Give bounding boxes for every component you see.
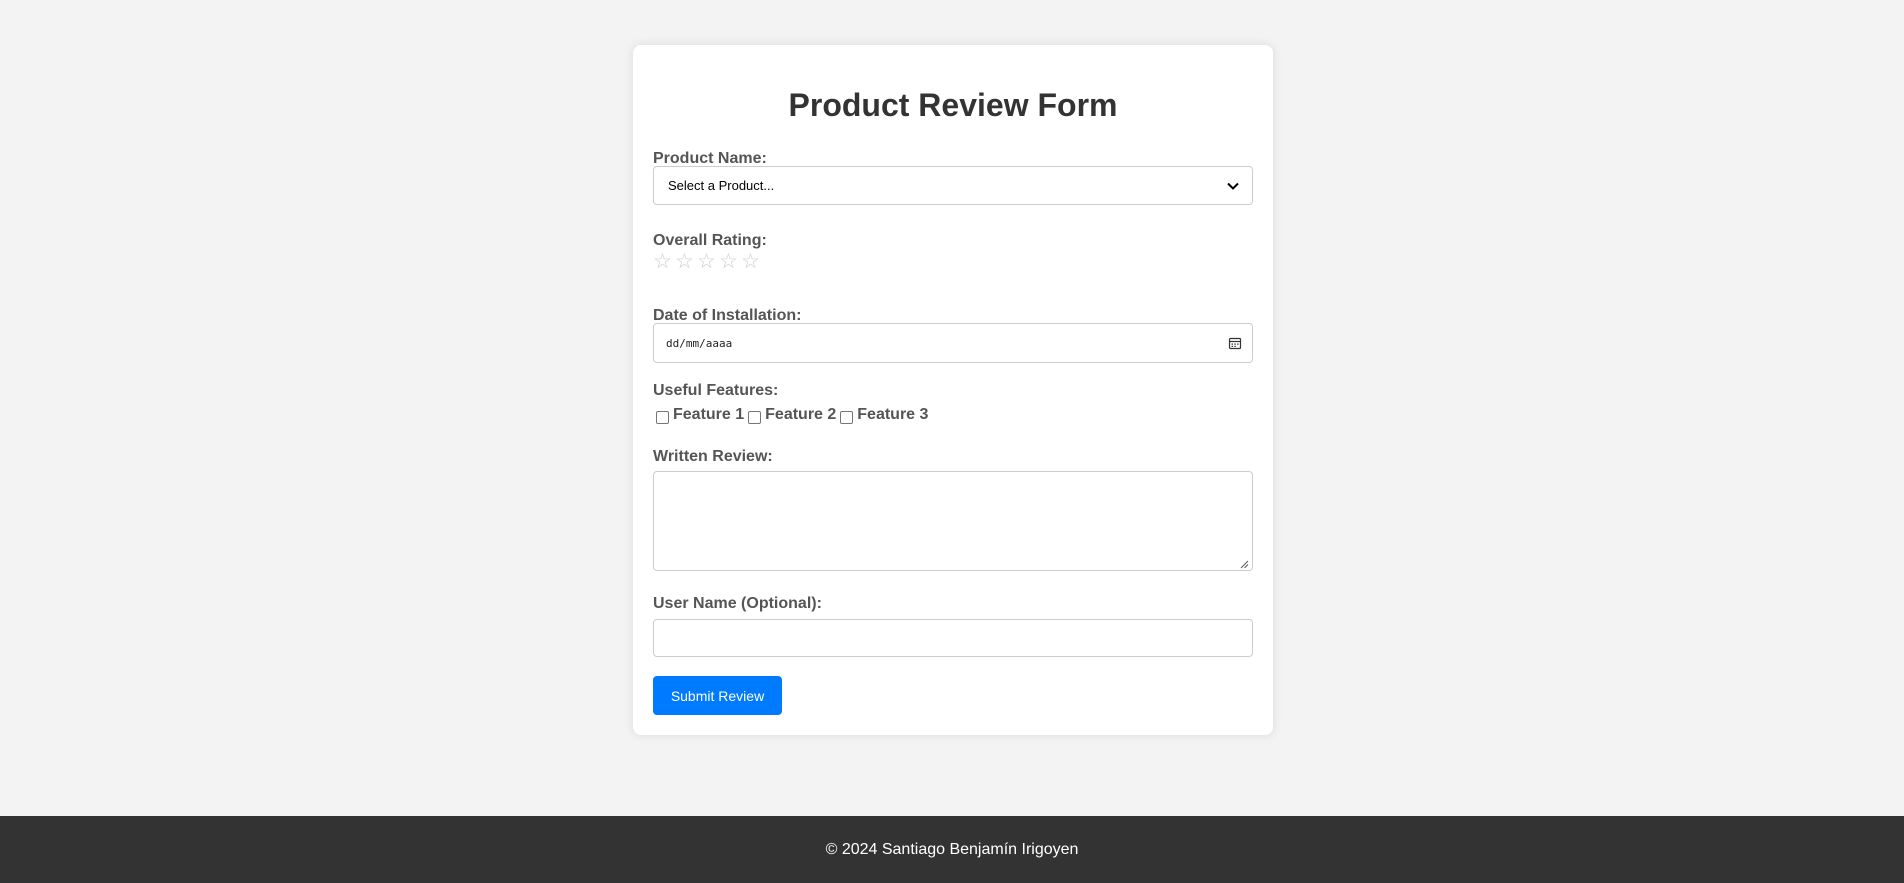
feature-1-label[interactable]: Feature 1 bbox=[673, 406, 744, 424]
feature-1-checkbox[interactable] bbox=[656, 410, 669, 424]
footer-copyright: © 2024 Santiago Benjamín Irigoyen bbox=[825, 840, 1079, 858]
product-select-value: Select a Product... bbox=[668, 178, 775, 193]
star-icon[interactable]: ☆ bbox=[697, 251, 717, 273]
resize-handle-icon[interactable] bbox=[1239, 559, 1249, 569]
installation-date-input[interactable]: dd/mm/aaaa bbox=[653, 323, 1253, 363]
chevron-down-icon bbox=[1227, 182, 1239, 190]
overall-rating-label: Overall Rating: bbox=[653, 232, 767, 249]
feature-2-label[interactable]: Feature 2 bbox=[765, 406, 836, 424]
feature-3-label[interactable]: Feature 3 bbox=[857, 406, 928, 424]
product-select[interactable]: Select a Product... bbox=[653, 166, 1253, 205]
star-icon[interactable]: ☆ bbox=[741, 251, 761, 273]
footer: © 2024 Santiago Benjamín Irigoyen bbox=[0, 816, 1904, 883]
feature-3-checkbox[interactable] bbox=[840, 410, 854, 424]
written-review-label: Written Review: bbox=[653, 448, 773, 465]
features-group: Feature 1 Feature 2 Feature 3 bbox=[655, 406, 931, 424]
username-input[interactable] bbox=[653, 619, 1253, 657]
username-label: User Name (Optional): bbox=[653, 595, 822, 612]
written-review-textarea[interactable] bbox=[653, 471, 1253, 571]
feature-2-checkbox[interactable] bbox=[748, 410, 762, 424]
star-icon[interactable]: ☆ bbox=[653, 251, 673, 273]
rating-stars: ☆ ☆ ☆ ☆ ☆ bbox=[653, 251, 761, 273]
review-form-card: Product Review Form Product Name: Select… bbox=[633, 45, 1273, 735]
star-icon[interactable]: ☆ bbox=[675, 251, 695, 273]
page-title: Product Review Form bbox=[788, 87, 1118, 123]
calendar-icon[interactable] bbox=[1228, 336, 1242, 350]
submit-review-button[interactable]: Submit Review bbox=[653, 676, 782, 715]
star-icon[interactable]: ☆ bbox=[719, 251, 739, 273]
useful-features-label: Useful Features: bbox=[653, 382, 779, 399]
date-placeholder: dd/mm/aaaa bbox=[666, 336, 733, 350]
